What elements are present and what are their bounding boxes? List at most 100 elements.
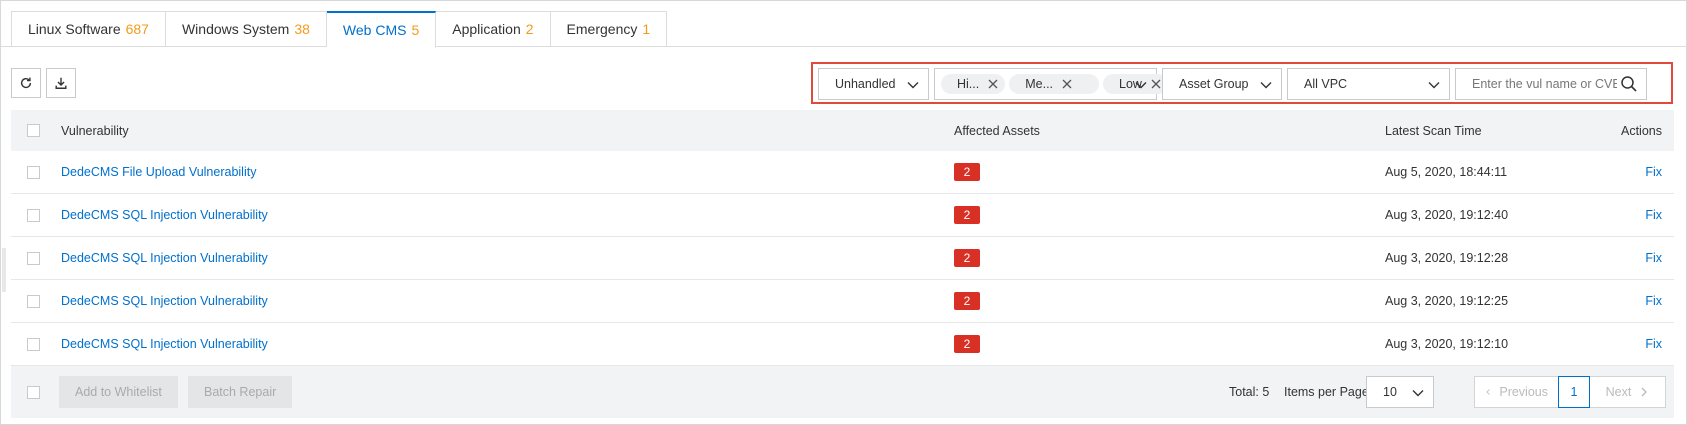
affected-count: 2 — [954, 249, 980, 267]
next-label: Next — [1605, 385, 1632, 399]
download-icon — [55, 77, 67, 89]
tag-label: Me... — [1025, 77, 1054, 91]
search-input[interactable] — [1472, 77, 1617, 91]
items-per-page-select[interactable]: 10 — [1366, 376, 1434, 408]
vulnerability-link[interactable]: DedeCMS SQL Injection Vulnerability — [61, 337, 268, 351]
fix-link[interactable]: Fix — [1645, 251, 1662, 265]
affected-badge[interactable]: 2 — [954, 292, 980, 310]
tab-count: 1 — [642, 21, 651, 37]
tab-label: Windows System — [181, 21, 290, 37]
export-button[interactable] — [46, 68, 76, 98]
tab-label: Web CMS — [342, 22, 407, 38]
status-value: Unhandled — [835, 77, 896, 91]
vulnerability-link[interactable]: DedeCMS SQL Injection Vulnerability — [61, 208, 268, 222]
vpc-select[interactable]: All VPC — [1287, 68, 1450, 100]
affected-count: 2 — [954, 163, 980, 181]
asset-group-select[interactable]: Asset Group — [1162, 68, 1282, 100]
affected-badge[interactable]: 2 — [954, 249, 980, 267]
vulnerability-panel: Linux Software 687 Windows System 38 Web… — [0, 0, 1687, 425]
fix-link[interactable]: Fix — [1645, 294, 1662, 308]
tab-linux-software[interactable]: Linux Software 687 — [11, 11, 166, 47]
row-checkbox[interactable] — [27, 208, 40, 222]
select-all-checkbox[interactable] — [27, 124, 40, 137]
chevron-down-icon — [1135, 82, 1147, 89]
tab-count: 2 — [525, 21, 534, 37]
table-row: DedeCMS SQL Injection Vulnerability 2 Au… — [11, 280, 1674, 323]
affected-count: 2 — [954, 292, 980, 310]
tab-bar: Linux Software 687 Windows System 38 Web… — [11, 11, 668, 48]
search-box — [1455, 68, 1647, 100]
search-icon[interactable] — [1620, 75, 1638, 93]
affected-count: 2 — [954, 335, 980, 353]
tab-count: 5 — [411, 22, 420, 38]
fix-link[interactable]: Fix — [1645, 208, 1662, 222]
close-icon[interactable] — [987, 78, 999, 90]
tab-count: 687 — [125, 21, 149, 37]
severity-select[interactable]: Hi... Me... Low — [934, 68, 1168, 100]
tab-application[interactable]: Application 2 — [436, 11, 551, 47]
vulnerability-link[interactable]: DedeCMS SQL Injection Vulnerability — [61, 251, 268, 265]
previous-page-button[interactable]: Previous — [1474, 376, 1558, 408]
affected-badge[interactable]: 2 — [954, 206, 980, 224]
affected-badge[interactable]: 2 — [954, 335, 980, 353]
row-checkbox[interactable] — [27, 337, 40, 351]
scan-time: Aug 3, 2020, 19:12:25 — [1385, 294, 1509, 308]
tag-label: Hi... — [957, 77, 980, 91]
batch-repair-button[interactable]: Batch Repair — [188, 376, 293, 408]
tab-windows-system[interactable]: Windows System 38 — [165, 11, 327, 47]
vulnerability-link[interactable]: DedeCMS File Upload Vulnerability — [61, 165, 256, 179]
row-checkbox[interactable] — [27, 251, 40, 265]
tab-label: Application — [452, 21, 521, 37]
items-per-page-value: 10 — [1383, 385, 1397, 399]
vulnerability-table: Vulnerability Affected Assets Latest Sca… — [11, 110, 1674, 418]
refresh-button[interactable] — [11, 68, 41, 98]
next-page-button[interactable]: Next — [1590, 376, 1666, 408]
close-icon[interactable] — [1150, 78, 1162, 90]
table-header: Vulnerability Affected Assets Latest Sca… — [11, 110, 1674, 151]
scan-time: Aug 3, 2020, 19:12:28 — [1385, 251, 1509, 265]
row-checkbox[interactable] — [27, 294, 40, 308]
fix-link[interactable]: Fix — [1645, 337, 1662, 351]
table-row: DedeCMS SQL Injection Vulnerability 2 Au… — [11, 237, 1674, 280]
vpc-value: All VPC — [1304, 77, 1348, 91]
severity-tag-medium: Me... — [1009, 74, 1100, 94]
close-icon[interactable] — [1061, 78, 1073, 90]
tab-label: Linux Software — [28, 21, 121, 37]
filter-bar: Unhandled Hi... Me... Low Asset Group Al… — [811, 62, 1673, 104]
page-number-button[interactable]: 1 — [1558, 376, 1590, 408]
chevron-left-icon — [1486, 389, 1490, 395]
asset-group-value: Asset Group — [1179, 77, 1249, 91]
previous-label: Previous — [1499, 385, 1548, 399]
chevron-down-icon — [1260, 82, 1272, 89]
table-row: DedeCMS File Upload Vulnerability 2 Aug … — [11, 151, 1674, 194]
scrollbar-handle[interactable] — [2, 248, 6, 292]
scan-time: Aug 5, 2020, 18:44:11 — [1385, 165, 1508, 179]
scan-time: Aug 3, 2020, 19:12:10 — [1385, 337, 1509, 351]
affected-badge[interactable]: 2 — [954, 163, 980, 181]
severity-tag-high: Hi... — [941, 74, 1006, 94]
total-count: Total: 5 — [1229, 385, 1270, 399]
column-actions: Actions — [1621, 123, 1662, 138]
chevron-down-icon — [907, 82, 919, 89]
tab-web-cms[interactable]: Web CMS 5 — [326, 11, 437, 48]
column-vulnerability: Vulnerability — [61, 123, 129, 138]
status-select[interactable]: Unhandled — [818, 68, 929, 100]
chevron-down-icon — [1428, 82, 1440, 89]
tab-count: 38 — [294, 21, 310, 37]
fix-link[interactable]: Fix — [1645, 165, 1662, 179]
tab-emergency[interactable]: Emergency 1 — [550, 11, 668, 47]
affected-count: 2 — [954, 206, 980, 224]
table-row: DedeCMS SQL Injection Vulnerability 2 Au… — [11, 194, 1674, 237]
footer-select-all-checkbox[interactable] — [27, 385, 40, 399]
chevron-right-icon — [1641, 387, 1648, 397]
tab-label: Emergency — [566, 21, 638, 37]
chevron-down-icon — [1412, 390, 1424, 397]
pagination: Previous 1 Next — [1474, 376, 1666, 408]
refresh-icon — [20, 77, 32, 89]
row-checkbox[interactable] — [27, 165, 40, 179]
scan-time: Aug 3, 2020, 19:12:40 — [1385, 208, 1509, 222]
vulnerability-link[interactable]: DedeCMS SQL Injection Vulnerability — [61, 294, 268, 308]
column-affected-assets: Affected Assets — [954, 123, 1040, 138]
add-to-whitelist-button[interactable]: Add to Whitelist — [59, 376, 178, 408]
table-footer: Add to Whitelist Batch Repair Total: 5 I… — [11, 366, 1674, 418]
